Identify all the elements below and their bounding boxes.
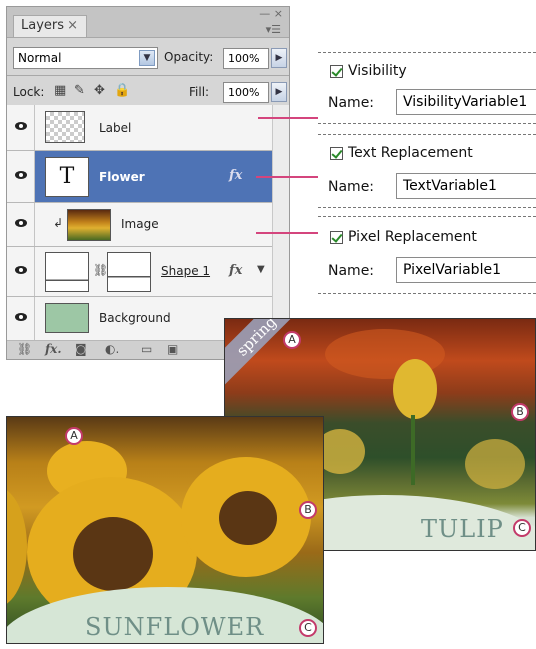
expand-arrow-icon[interactable]: ▼ [257,264,265,275]
opacity-input[interactable]: 100% [223,48,269,69]
variable-visibility: Visibility Name: VisibilityVariable1 [318,52,536,124]
eye-icon[interactable] [7,247,35,296]
layer-thumbnail [107,252,151,292]
fill-arrow-icon[interactable]: ▶ [271,82,287,102]
fx-icon[interactable]: fx [229,263,242,278]
variable-name-field[interactable]: TextVariable1 [396,173,536,199]
tulip-flower [393,359,437,419]
pixel-replacement-checkbox[interactable] [330,231,343,244]
spring-tag-text: spring [233,318,281,360]
lock-label: Lock: [13,85,45,99]
layer-thumbnail [67,209,111,241]
vector-mask-thumbnail [45,252,89,292]
variable-text: Text Replacement Name: TextVariable1 [318,134,536,208]
name-label: Name: [328,263,375,279]
layer-row-flower[interactable]: T Flower fx [7,151,273,203]
fill-input[interactable]: 100% [223,82,269,103]
tab-close-icon[interactable]: × [67,16,78,36]
name-label: Name: [328,179,375,195]
layer-name: Background [99,311,171,325]
layer-row-shape[interactable]: ⛓ Shape 1 fx ▼ [7,247,273,297]
leader-line [256,176,318,178]
checkbox-label: Pixel Replacement [348,229,477,245]
layer-thumbnail [45,303,89,333]
divider [7,75,289,76]
checkbox-label: Text Replacement [348,145,473,161]
blurred-flowers [465,439,525,489]
lock-all-icon[interactable]: 🔒 [114,83,130,98]
variable-pixel: Pixel Replacement Name: PixelVariable1 [318,216,536,294]
checkbox-label: Visibility [348,63,407,79]
fx-icon[interactable]: fx. [45,342,62,356]
clipping-arrow-icon: ↲ [53,216,64,230]
eye-icon[interactable] [7,203,35,246]
fill-label: Fill: [189,85,210,99]
link-icon[interactable]: ⛓ [93,263,108,277]
name-label: Name: [328,95,375,111]
link-icon[interactable]: ⛓ [17,342,32,356]
layer-name: Shape 1 [161,264,211,278]
eye-icon[interactable] [7,151,35,202]
text-replacement-checkbox[interactable] [330,147,343,160]
blend-mode-value: Normal [18,51,62,65]
callout-a: A [283,331,301,349]
lock-brush-icon[interactable]: ✎ [74,83,85,98]
new-layer-icon[interactable]: ▣ [167,342,178,356]
sunflower-center [219,491,277,545]
eye-icon[interactable] [7,105,35,150]
callout-b: B [299,501,317,519]
callout-c: C [513,519,531,537]
layers-tab-label: Layers [21,18,65,33]
tulip-stem [411,415,415,485]
layer-row-label[interactable]: Label [7,105,273,151]
sunflower-photo: SUNFLOWER A B C [6,416,324,644]
layer-row-image[interactable]: ↲ Image [7,203,273,247]
fx-icon[interactable]: fx [229,168,242,183]
panel-tab-bar: Layers × — × ▾☰ [7,7,289,38]
layers-list: Label T Flower fx ↲ Image ⛓ Shape 1 fx ▼ [7,105,289,341]
layers-panel: Layers × — × ▾☰ Normal ▼ Opacity: 100% ▶… [6,6,290,360]
folder-icon[interactable]: ▭ [141,342,152,356]
layers-scrollbar[interactable] [272,105,289,341]
eye-icon[interactable] [7,297,35,340]
layer-thumbnail [45,111,85,143]
callout-b: B [511,403,529,421]
callout-a: A [65,427,83,445]
chevron-down-icon[interactable]: ▼ [139,50,155,66]
variable-name-field[interactable]: PixelVariable1 [396,257,536,283]
layer-name: Flower [99,170,145,184]
visibility-checkbox[interactable] [330,65,343,78]
lock-transparent-icon[interactable]: ▦ [54,83,66,98]
callout-c: C [299,619,317,637]
leader-line [258,117,318,119]
adjustment-icon[interactable]: ◐. [105,342,119,356]
lock-move-icon[interactable]: ✥ [94,83,105,98]
photo-title: TULIP [421,515,504,543]
window-controls[interactable]: — × [259,7,283,20]
layer-name: Label [99,121,132,135]
layers-tab[interactable]: Layers × [13,15,87,37]
photo-title: SUNFLOWER [85,613,265,641]
text-layer-icon: T [45,157,89,197]
opacity-label: Opacity: [164,50,214,64]
mask-icon[interactable]: ◙ [75,342,87,356]
panel-menu-icon[interactable]: ▾☰ [266,23,281,36]
blend-mode-select[interactable]: Normal ▼ [13,47,158,69]
sunflower-center [73,517,153,591]
opacity-arrow-icon[interactable]: ▶ [271,48,287,68]
leader-line [256,232,318,234]
variable-name-field[interactable]: VisibilityVariable1 [396,89,536,115]
sunflower-petals [7,487,27,607]
layer-name: Image [121,217,159,231]
